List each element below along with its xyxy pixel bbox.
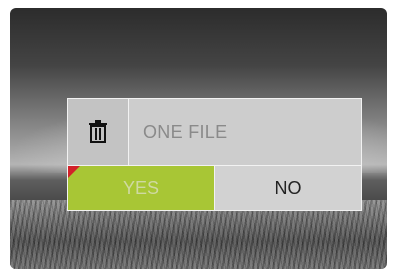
- no-button[interactable]: NO: [215, 166, 361, 210]
- yes-button-label: YES: [122, 177, 160, 198]
- dialog-message: ONE FILE: [129, 99, 361, 165]
- selection-marker: [68, 166, 80, 178]
- trash-can-icon: [68, 99, 129, 165]
- dialog-button-row: YES NO: [68, 166, 361, 210]
- dialog-header-row: ONE FILE: [68, 99, 361, 166]
- camera-screen: ONE FILE YES NO: [10, 8, 387, 269]
- yes-button[interactable]: YES: [68, 166, 215, 210]
- delete-dialog: ONE FILE YES NO: [67, 98, 362, 211]
- no-button-label: NO: [274, 177, 302, 198]
